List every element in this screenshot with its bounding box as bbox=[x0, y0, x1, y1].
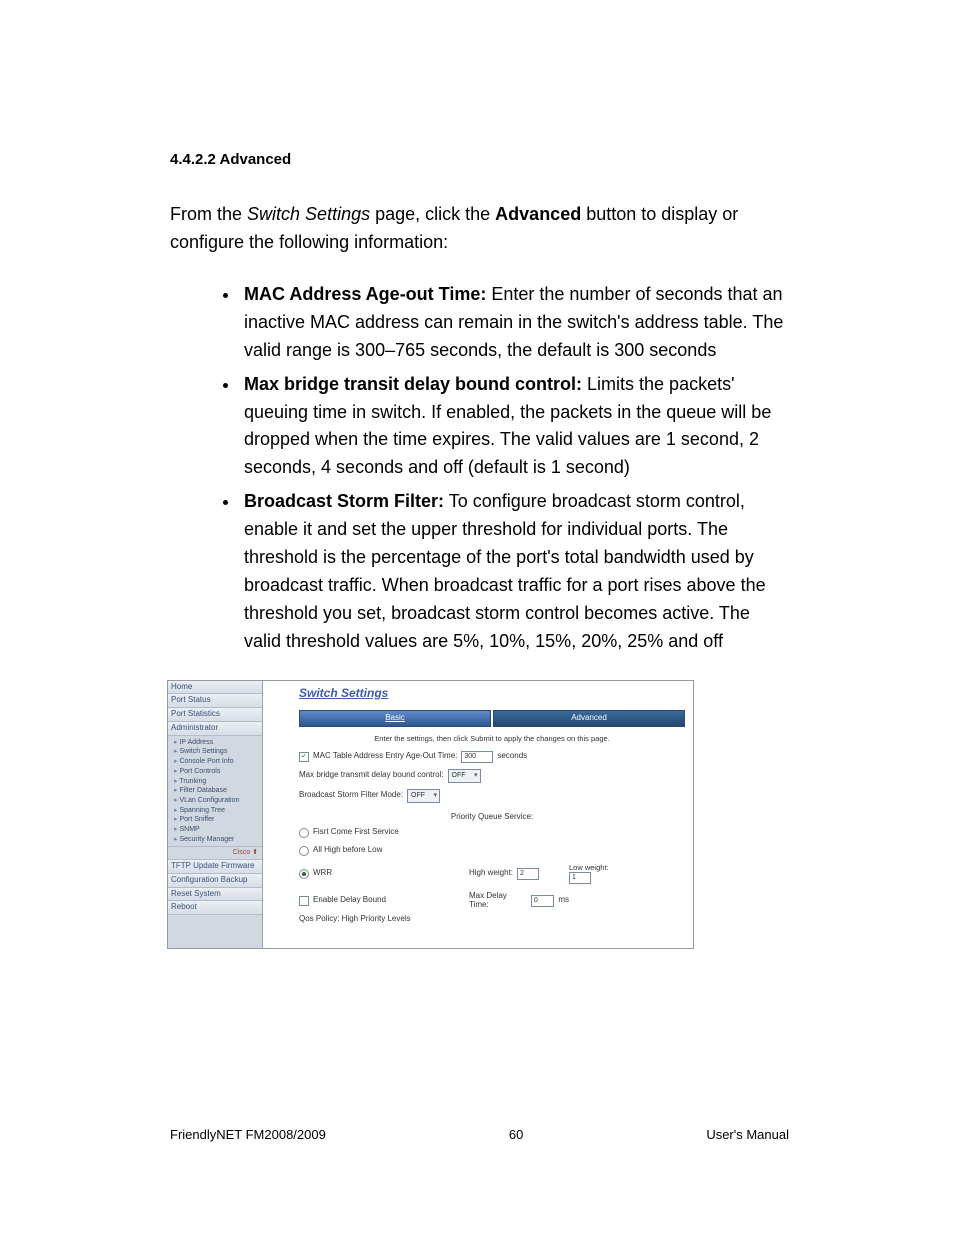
sidebar-sub-switch-settings[interactable]: Switch Settings bbox=[174, 747, 262, 757]
intro-switch-settings: Switch Settings bbox=[247, 204, 370, 224]
pq-option-high-before-low: All High before Low bbox=[299, 846, 469, 856]
pq-label-high-before-low: All High before Low bbox=[313, 846, 382, 855]
bridge-delay-row: Max bridge transmit delay bound control:… bbox=[299, 769, 685, 783]
bullet-item: Max bridge transit delay bound control: … bbox=[240, 371, 789, 483]
switch-settings-screenshot: Home Port Status Port Statistics Adminis… bbox=[167, 680, 694, 949]
high-weight-input[interactable]: 2 bbox=[517, 868, 539, 880]
delay-bound-checkbox[interactable] bbox=[299, 896, 309, 906]
pq-label-wrr: WRR bbox=[313, 869, 332, 878]
priority-queue-title: Priority Queue Service: bbox=[299, 813, 685, 822]
mac-ageout-checkbox[interactable]: ✓ bbox=[299, 752, 309, 762]
mac-ageout-input[interactable]: 300 bbox=[461, 751, 493, 763]
bullet-label: Max bridge transit delay bound control: bbox=[244, 374, 582, 394]
sidebar-item-port-status[interactable]: Port Status bbox=[168, 694, 262, 708]
sidebar-item-config-backup[interactable]: Configuration Backup bbox=[168, 874, 262, 888]
sidebar-item-administrator[interactable]: Administrator bbox=[168, 722, 262, 736]
low-weight-input[interactable]: 1 bbox=[569, 872, 591, 884]
sidebar-sub-port-controls[interactable]: Port Controls bbox=[174, 767, 262, 777]
tab-basic[interactable]: Basic bbox=[299, 710, 491, 727]
max-delay-label: Max Delay Time: bbox=[469, 892, 527, 910]
main-panel: Switch Settings Basic Advanced Enter the… bbox=[263, 681, 693, 948]
sidebar-admin-sublist: IP Address Switch Settings Console Port … bbox=[168, 736, 262, 848]
pq-radio-fcfs[interactable] bbox=[299, 828, 309, 838]
intro-paragraph: From the Switch Settings page, click the… bbox=[170, 201, 789, 257]
delay-bound-label: Enable Delay Bound bbox=[313, 896, 386, 905]
pq-radio-high-before-low[interactable] bbox=[299, 846, 309, 856]
sidebar-cisco-link[interactable]: Cisco ⬆ bbox=[168, 847, 262, 860]
broadcast-storm-select[interactable]: OFF bbox=[407, 789, 440, 803]
footer-left: FriendlyNET FM2008/2009 bbox=[170, 1125, 326, 1145]
low-weight-cell: Low weight: 1 bbox=[569, 864, 685, 884]
high-weight-label: High weight: bbox=[469, 869, 513, 878]
mac-ageout-label: MAC Table Address Entry Age-Out Time: bbox=[313, 752, 457, 761]
max-delay-input[interactable]: 0 bbox=[531, 895, 554, 907]
tab-advanced[interactable]: Advanced bbox=[493, 710, 685, 727]
sidebar-item-reset-system[interactable]: Reset System bbox=[168, 888, 262, 902]
qos-policy-label: Qos Policy: High Priority Levels bbox=[299, 915, 685, 924]
intro-advanced: Advanced bbox=[495, 204, 581, 224]
sidebar-sub-snmp[interactable]: SNMP bbox=[174, 825, 262, 835]
high-weight-cell: High weight: 2 bbox=[469, 868, 569, 880]
mac-ageout-unit: seconds bbox=[497, 752, 527, 761]
pq-option-wrr: WRR bbox=[299, 869, 469, 879]
max-delay-unit: ms bbox=[558, 896, 569, 905]
priority-queue-grid: Fisrt Come First Service All High before… bbox=[299, 828, 685, 910]
page-footer: FriendlyNET FM2008/2009 60 User's Manual bbox=[170, 1125, 789, 1145]
bullet-item: Broadcast Storm Filter: To configure bro… bbox=[240, 488, 789, 655]
bridge-delay-label: Max bridge transmit delay bound control: bbox=[299, 771, 444, 780]
pq-radio-wrr[interactable] bbox=[299, 869, 309, 879]
sidebar-sub-spanning-tree[interactable]: Spanning Tree bbox=[174, 806, 262, 816]
low-weight-label: Low weight: bbox=[569, 863, 609, 872]
sidebar-item-tftp-update[interactable]: TFTP Update Firmware bbox=[168, 860, 262, 874]
sidebar-item-reboot[interactable]: Reboot bbox=[168, 901, 262, 915]
bullet-text: To configure broadcast storm control, en… bbox=[244, 491, 766, 650]
sidebar-spacer bbox=[168, 915, 262, 947]
mac-ageout-row: ✓ MAC Table Address Entry Age-Out Time: … bbox=[299, 751, 685, 763]
pq-label-fcfs: Fisrt Come First Service bbox=[313, 828, 399, 837]
footer-center: 60 bbox=[509, 1125, 523, 1145]
sidebar-sub-port-sniffer[interactable]: Port Sniffer bbox=[174, 815, 262, 825]
sidebar: Home Port Status Port Statistics Adminis… bbox=[168, 681, 263, 948]
intro-t3: page, click the bbox=[370, 204, 495, 224]
sidebar-sub-trunking[interactable]: Trunking bbox=[174, 777, 262, 787]
broadcast-storm-label: Broadcast Storm Filter Mode: bbox=[299, 791, 403, 800]
bullet-list: MAC Address Age-out Time: Enter the numb… bbox=[170, 281, 789, 656]
bullet-label: Broadcast Storm Filter: bbox=[244, 491, 444, 511]
sidebar-sub-ip-address[interactable]: IP Address bbox=[174, 738, 262, 748]
broadcast-storm-row: Broadcast Storm Filter Mode: OFF bbox=[299, 789, 685, 803]
sidebar-item-home[interactable]: Home bbox=[168, 681, 262, 695]
bridge-delay-select[interactable]: OFF bbox=[448, 769, 481, 783]
sidebar-sub-console-port-info[interactable]: Console Port Info bbox=[174, 757, 262, 767]
sidebar-sub-security-manager[interactable]: Security Manager bbox=[174, 835, 262, 845]
instruction-text: Enter the settings, then click Submit to… bbox=[299, 735, 685, 743]
tab-row: Basic Advanced bbox=[299, 710, 685, 727]
max-delay-cell: Max Delay Time: 0 ms bbox=[469, 892, 569, 910]
pq-option-delay-bound: Enable Delay Bound bbox=[299, 896, 469, 906]
page-title: Switch Settings bbox=[299, 687, 685, 700]
pq-option-fcfs: Fisrt Come First Service bbox=[299, 828, 469, 838]
sidebar-item-port-statistics[interactable]: Port Statistics bbox=[168, 708, 262, 722]
section-heading: 4.4.2.2 Advanced bbox=[170, 148, 789, 171]
bullet-label: MAC Address Age-out Time: bbox=[244, 284, 486, 304]
sidebar-sub-vlan-configuration[interactable]: VLan Configuration bbox=[174, 796, 262, 806]
bullet-item: MAC Address Age-out Time: Enter the numb… bbox=[240, 281, 789, 365]
intro-t1: From the bbox=[170, 204, 247, 224]
sidebar-sub-filter-database[interactable]: Filter Database bbox=[174, 786, 262, 796]
footer-right: User's Manual bbox=[706, 1125, 789, 1145]
